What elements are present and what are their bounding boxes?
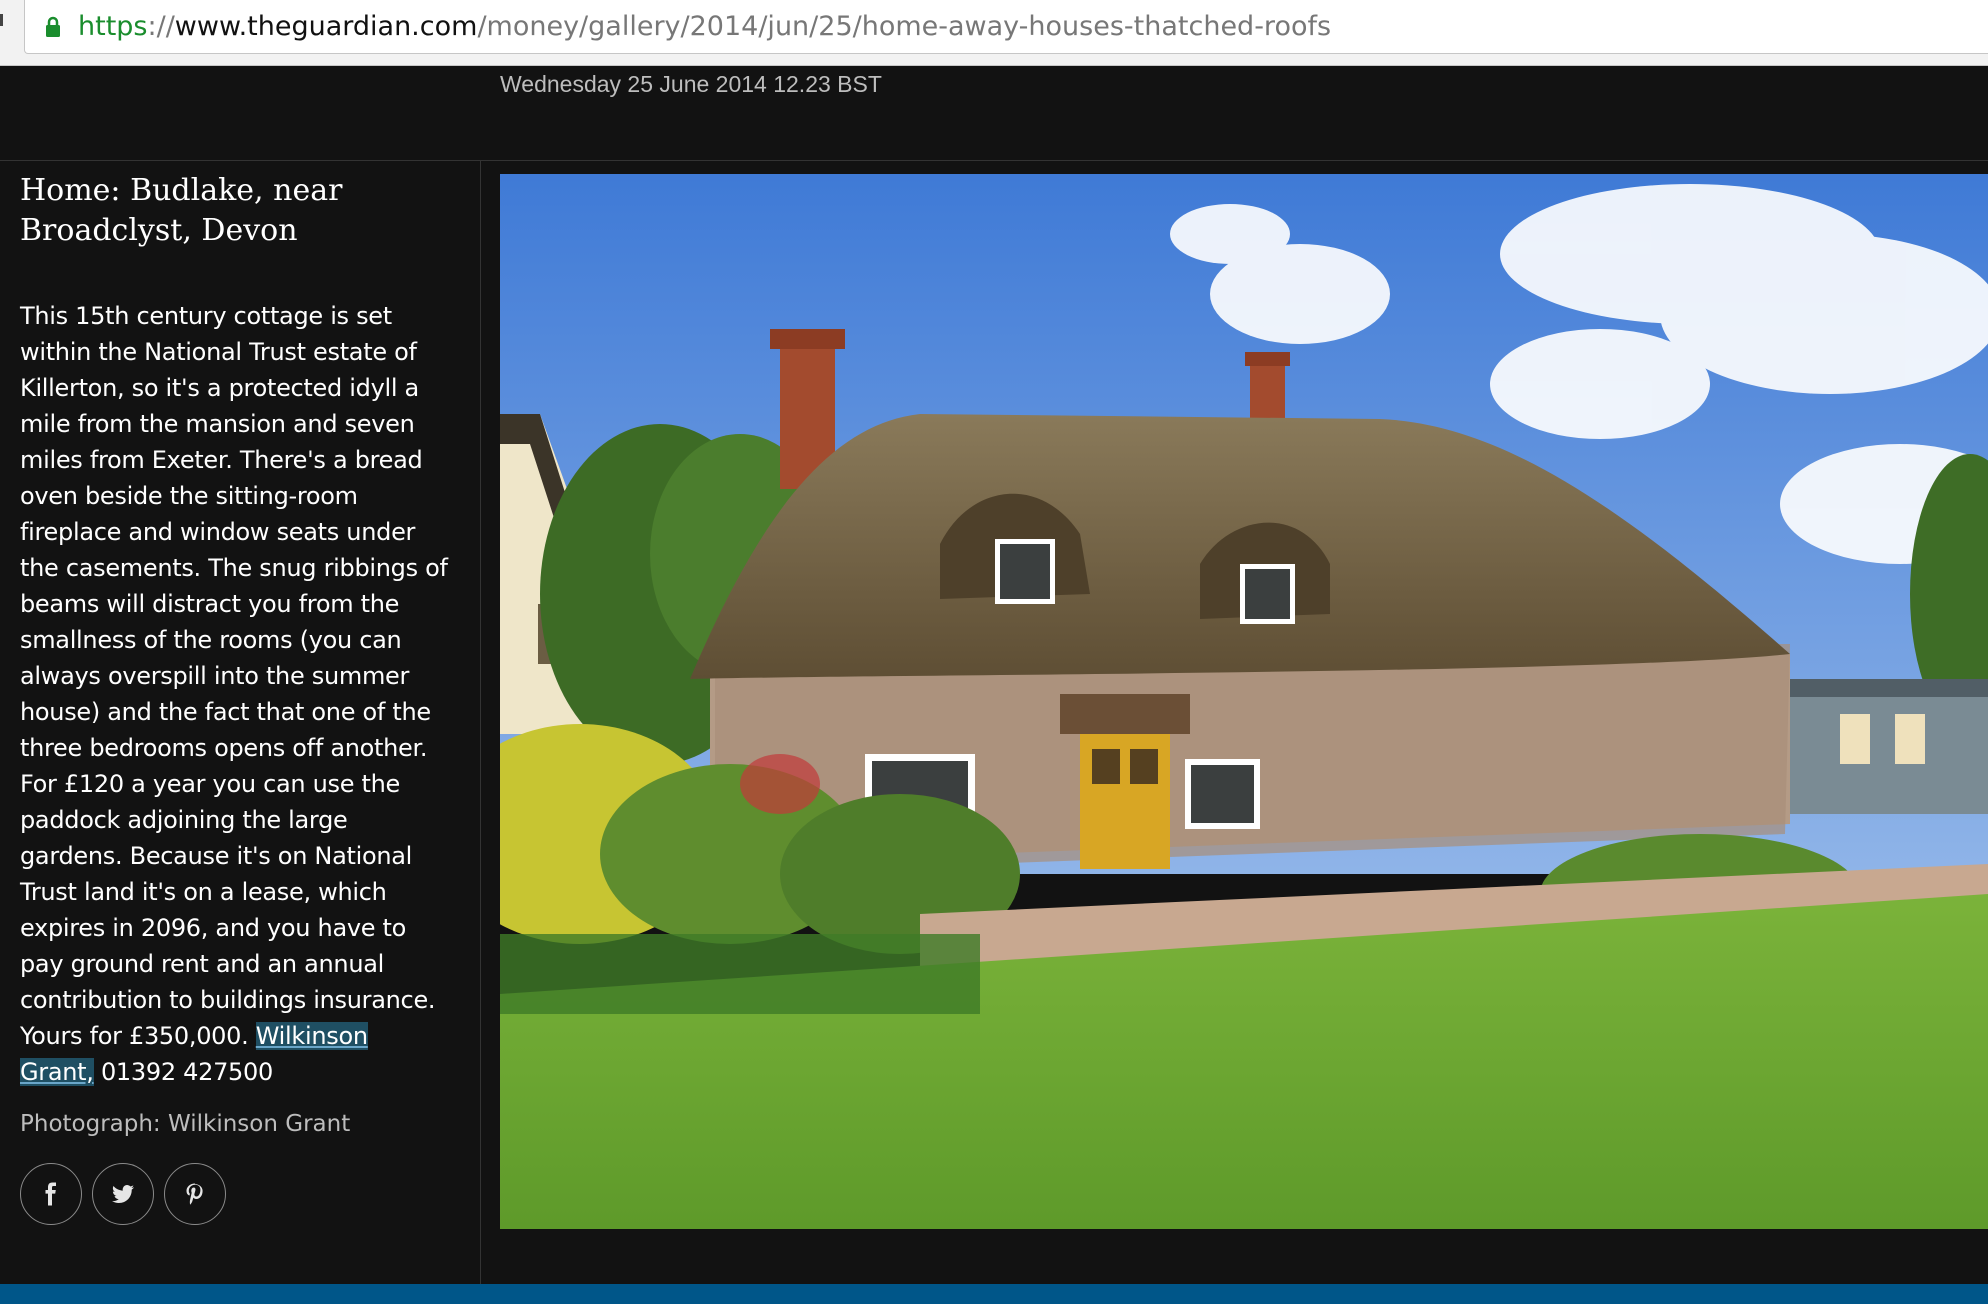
caption-body: This 15th century cottage is set within … [20, 298, 448, 1090]
caption-body-text: This 15th century cottage is set within … [20, 302, 448, 1050]
browser-url-bar: https://www.theguardian.com/money/galler… [0, 0, 1988, 66]
pinterest-icon [186, 1183, 203, 1205]
footer-accent-bar [0, 1284, 1988, 1304]
url-separator: :// [147, 11, 175, 42]
share-pinterest-button[interactable] [164, 1163, 226, 1225]
url-text[interactable]: https://www.theguardian.com/money/galler… [78, 9, 1331, 45]
share-buttons [20, 1163, 226, 1225]
lock-icon [45, 16, 61, 38]
url-scheme: https [78, 11, 148, 42]
caption-title: Home: Budlake, near Broadclyst, Devon [20, 173, 343, 248]
photo-credit: Photograph: Wilkinson Grant [20, 1111, 351, 1137]
publication-date: Wednesday 25 June 2014 12.23 BST [500, 71, 882, 97]
url-host: www.theguardian.com [174, 11, 478, 42]
address-field[interactable]: https://www.theguardian.com/money/galler… [24, 0, 1988, 54]
share-facebook-button[interactable] [20, 1163, 82, 1225]
window-edge [0, 14, 3, 26]
cottage-photo-illustration [500, 174, 1988, 1229]
url-path: /money/gallery/2014/jun/25/home-away-hou… [477, 11, 1332, 42]
gallery-photo[interactable] [500, 174, 1988, 1229]
agent-phone: 01392 427500 [93, 1058, 273, 1086]
facebook-icon [45, 1182, 56, 1206]
gallery-header [0, 66, 1988, 161]
share-twitter-button[interactable] [92, 1163, 154, 1225]
twitter-icon [112, 1185, 134, 1204]
